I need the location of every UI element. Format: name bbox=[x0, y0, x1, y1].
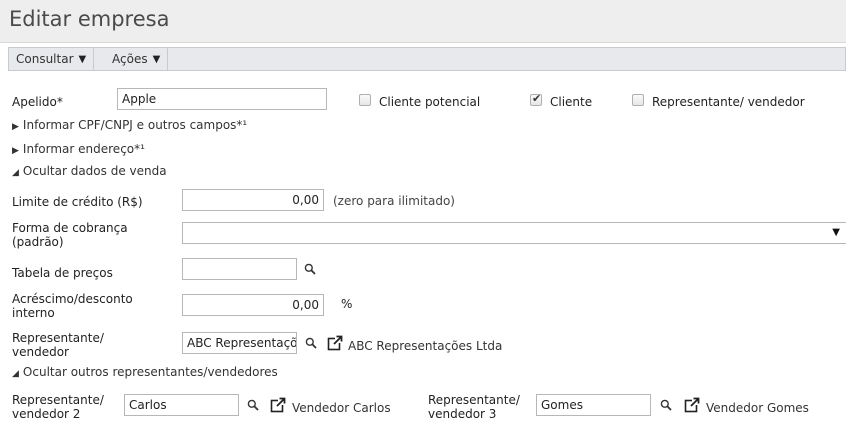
external-link-icon[interactable] bbox=[327, 335, 343, 351]
search-icon[interactable] bbox=[305, 337, 317, 349]
representante3-label-line2: vendedor 3 bbox=[428, 407, 497, 421]
consultar-menu-button[interactable]: Consultar ▼ bbox=[9, 48, 95, 70]
title-bar: Editar empresa bbox=[0, 0, 846, 43]
acoes-menu-button[interactable]: Ações ▼ bbox=[105, 48, 169, 70]
representante2-label-line2: vendedor 2 bbox=[12, 407, 81, 421]
toggle-cpf-label: Informar CPF/CNPJ e outros campos*¹ bbox=[22, 118, 248, 132]
representante2-label: Representante/ vendedor 2 bbox=[12, 393, 104, 421]
toggle-endereco-label: Informar endereço*¹ bbox=[22, 142, 145, 156]
acrescimo-label-line2: interno bbox=[12, 306, 55, 320]
cliente-label: Cliente bbox=[550, 95, 593, 109]
representante3-display[interactable]: Vendedor Gomes bbox=[706, 401, 809, 415]
search-icon[interactable] bbox=[660, 399, 672, 411]
external-link-icon[interactable] bbox=[270, 397, 286, 413]
forma-cobranca-label-line2: (padrão) bbox=[12, 235, 64, 249]
triangle-right-icon: ▶ bbox=[12, 122, 19, 132]
caret-down-icon: ▼ bbox=[78, 54, 87, 65]
triangle-down-icon: ◢ bbox=[12, 369, 19, 379]
triangle-down-icon: ◢ bbox=[12, 168, 19, 178]
search-icon[interactable] bbox=[247, 399, 259, 411]
page-title: Editar empresa bbox=[9, 7, 170, 31]
checkmark-icon: ✔ bbox=[532, 92, 542, 105]
acoes-label: Ações bbox=[112, 52, 148, 66]
representante-label-line2: vendedor bbox=[12, 345, 69, 359]
tabela-precos-label: Tabela de preços bbox=[12, 266, 113, 280]
limite-label: Limite de crédito (R$) bbox=[12, 195, 143, 209]
toolbar: Consultar ▼ Ações ▼ bbox=[8, 47, 846, 71]
consultar-label: Consultar bbox=[16, 52, 74, 66]
representante3-input[interactable]: Gomes bbox=[536, 394, 651, 416]
dropdown-arrow-icon: ▼ bbox=[832, 227, 840, 238]
toggle-outros-label: Ocultar outros representantes/vendedores bbox=[22, 365, 278, 379]
representante-display[interactable]: ABC Representações Ltda bbox=[348, 339, 502, 353]
forma-cobranca-label: Forma de cobrança (padrão) bbox=[12, 221, 128, 249]
acrescimo-input[interactable]: 0,00 bbox=[182, 294, 324, 316]
triangle-right-icon: ▶ bbox=[12, 146, 19, 156]
acrescimo-label: Acréscimo/desconto interno bbox=[12, 292, 133, 320]
representante2-input[interactable]: Carlos bbox=[124, 394, 239, 416]
representante-input[interactable]: ABC Representações Ltda bbox=[182, 332, 297, 354]
representante-label: Representante/ vendedor bbox=[12, 331, 104, 359]
toggle-endereco-section[interactable]: ▶ Informar endereço*¹ bbox=[12, 142, 145, 156]
tabela-precos-input[interactable] bbox=[182, 258, 297, 280]
forma-cobranca-label-line1: Forma de cobrança bbox=[12, 221, 128, 235]
cliente-potencial-checkbox[interactable] bbox=[359, 94, 371, 106]
toggle-outros-representantes[interactable]: ◢ Ocultar outros representantes/vendedore… bbox=[12, 365, 278, 379]
representante2-display[interactable]: Vendedor Carlos bbox=[292, 401, 391, 415]
apelido-input[interactable]: Apple bbox=[117, 88, 327, 110]
limite-hint: (zero para ilimitado) bbox=[333, 194, 455, 208]
representante2-label-line1: Representante/ bbox=[12, 393, 104, 407]
caret-down-icon: ▼ bbox=[152, 54, 161, 65]
cliente-potencial-label: Cliente potencial bbox=[379, 95, 481, 109]
representante3-label: Representante/ vendedor 3 bbox=[428, 393, 520, 421]
limite-input[interactable]: 0,00 bbox=[182, 189, 324, 211]
acrescimo-label-line1: Acréscimo/desconto bbox=[12, 292, 133, 306]
toggle-venda-section[interactable]: ◢ Ocultar dados de venda bbox=[12, 164, 167, 178]
acrescimo-unit: % bbox=[341, 297, 353, 311]
apelido-label: Apelido* bbox=[12, 95, 63, 109]
search-icon[interactable] bbox=[304, 263, 316, 275]
cliente-checkbox[interactable]: ✔ bbox=[530, 92, 542, 106]
representante3-label-line1: Representante/ bbox=[428, 393, 520, 407]
representante-checkbox[interactable] bbox=[632, 94, 644, 106]
representante-checkbox-label: Representante/ vendedor bbox=[652, 95, 805, 109]
toggle-cpf-section[interactable]: ▶ Informar CPF/CNPJ e outros campos*¹ bbox=[12, 118, 247, 132]
external-link-icon[interactable] bbox=[684, 397, 700, 413]
toggle-venda-label: Ocultar dados de venda bbox=[22, 164, 167, 178]
representante-label-line1: Representante/ bbox=[12, 331, 104, 345]
forma-cobranca-select[interactable]: ▼ bbox=[182, 222, 846, 244]
